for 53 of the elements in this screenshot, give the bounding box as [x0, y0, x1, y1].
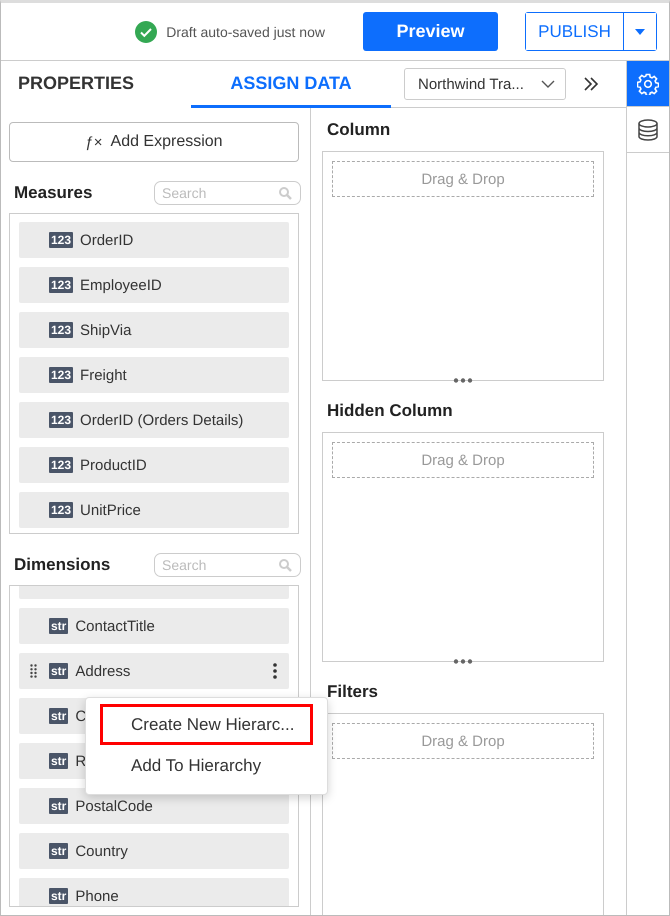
caret-icon: [635, 28, 645, 34]
database-icon: [637, 118, 659, 140]
type-badge: 123: [49, 367, 74, 383]
field-item[interactable]: [19, 586, 289, 599]
search-icon: [279, 187, 292, 200]
type-badge: str: [49, 843, 68, 859]
type-badge: str: [49, 798, 68, 814]
type-badge: 123: [49, 277, 74, 293]
add-expression-button[interactable]: ƒ× Add Expression: [9, 122, 299, 162]
field-item[interactable]: 123 ProductID: [19, 447, 289, 483]
success-icon: [135, 20, 158, 42]
chevron-down-icon: [541, 80, 555, 88]
field-item[interactable]: 123 Freight: [19, 357, 289, 393]
collapse-icon[interactable]: [583, 77, 599, 91]
field-item[interactable]: 123 OrderID: [19, 222, 289, 258]
settings-icon: [637, 72, 659, 94]
type-badge: str: [49, 888, 68, 904]
drag-handle-icon: [30, 664, 37, 678]
field-item[interactable]: 123 OrderID (Orders Details): [19, 402, 289, 438]
preview-button[interactable]: Preview: [363, 12, 498, 51]
search-icon: [279, 559, 292, 572]
resize-handle-icon[interactable]: [453, 378, 473, 383]
type-badge: 123: [49, 322, 74, 338]
datasource-dropdown[interactable]: Northwind Tra...: [404, 68, 566, 100]
section-title: Filters: [327, 682, 380, 702]
field-item[interactable]: str Address: [19, 653, 289, 689]
field-item[interactable]: 123 ShipVia: [19, 312, 289, 348]
type-badge: str: [49, 618, 68, 634]
type-badge: str: [49, 708, 68, 724]
autosave-status: Draft auto-saved just now: [166, 24, 325, 40]
section-title: Column: [327, 120, 392, 140]
field-item[interactable]: str Country: [19, 833, 289, 869]
type-badge: 123: [49, 502, 74, 518]
field-item[interactable]: str ContactTitle: [19, 608, 289, 644]
menu-item[interactable]: Create New Hierarc...: [100, 704, 313, 745]
type-badge: str: [49, 663, 68, 679]
field-item[interactable]: 123 UnitPrice: [19, 492, 289, 528]
section-title: Measures: [14, 183, 92, 203]
more-options-icon[interactable]: [273, 663, 277, 679]
type-badge: 123: [49, 412, 74, 428]
type-badge: str: [49, 753, 68, 769]
section-title: Hidden Column: [327, 401, 454, 421]
field-item[interactable]: 123 EmployeeID: [19, 267, 289, 303]
resize-handle-icon[interactable]: [453, 659, 473, 664]
section-title: Dimensions: [14, 555, 110, 575]
publish-button[interactable]: PUBLISH: [526, 13, 624, 50]
search-field[interactable]: Search: [154, 181, 301, 205]
settings-tab[interactable]: [627, 61, 669, 107]
search-field[interactable]: Search: [154, 553, 301, 577]
type-badge: 123: [49, 232, 74, 248]
type-badge: 123: [49, 457, 74, 473]
menu-item[interactable]: Add To Hierarchy: [100, 745, 313, 786]
field-item[interactable]: str Phone: [19, 878, 289, 906]
